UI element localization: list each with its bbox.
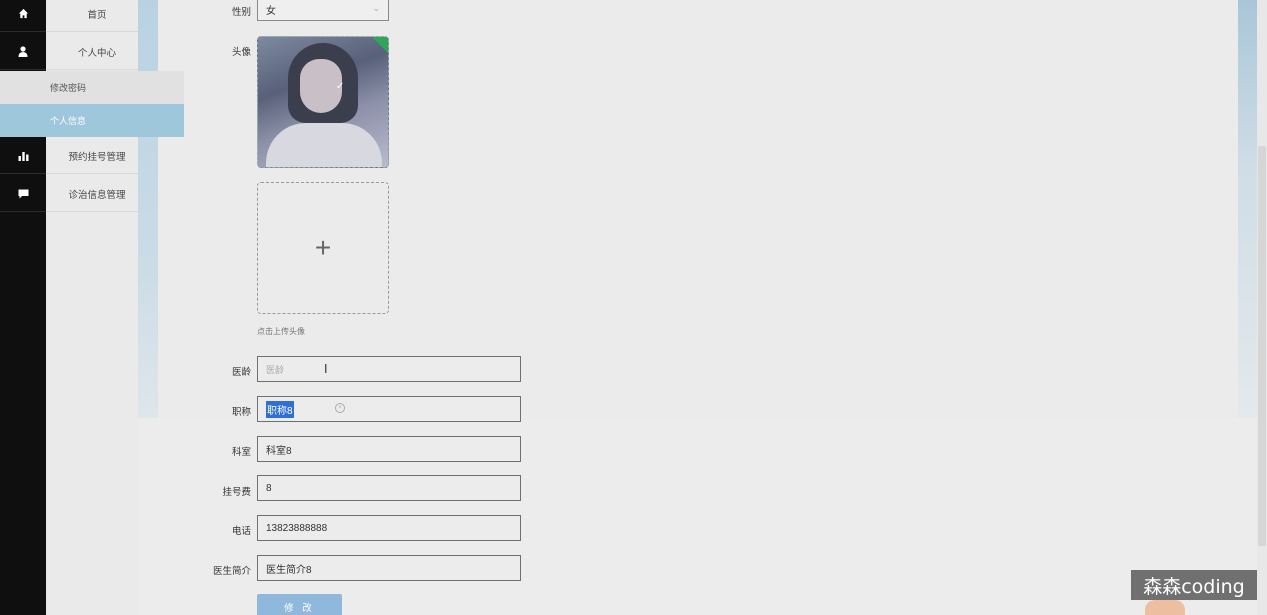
side-menu: 首页 个人中心 修改密码 个人信息 预约挂号管理 诊治信息管理: [0, 0, 184, 615]
gender-select-value: 女: [266, 5, 276, 17]
fee-label: 挂号费: [222, 487, 251, 498]
phone-label: 电话: [231, 526, 251, 537]
upload-tip: 点击上传头像: [257, 327, 305, 336]
menu-item-personal-center[interactable]: 个人中心: [46, 34, 138, 70]
bar-chart-icon[interactable]: [0, 138, 46, 174]
intro-input[interactable]: 医生简介8: [257, 555, 521, 581]
watermark-decoration: [1145, 600, 1185, 615]
avatar-photo-shirt: [266, 123, 382, 167]
department-input[interactable]: 科室8: [257, 436, 521, 462]
intro-label: 医生简介: [212, 566, 251, 577]
clear-icon[interactable]: ×: [335, 403, 345, 413]
background-scenery-left: [138, 0, 158, 418]
menu-item-treatment-mgmt-label: 诊治信息管理: [68, 189, 126, 201]
user-icon[interactable]: [0, 34, 46, 70]
menu-item-home-label: 首页: [87, 9, 107, 21]
gender-label: 性别: [231, 7, 251, 18]
chevron-down-icon: ⌄: [372, 3, 380, 13]
avatar-preview[interactable]: ✓: [257, 36, 389, 168]
check-icon: ✓: [336, 81, 345, 92]
gender-select[interactable]: 女 ⌄: [257, 0, 389, 21]
avatar-upload-button[interactable]: +: [257, 182, 389, 314]
avatar-label: 头像: [231, 47, 251, 58]
menu-item-personal-center-label: 个人中心: [77, 47, 116, 59]
text-cursor-icon: Ⅰ: [324, 362, 328, 376]
submenu-item-change-password[interactable]: 修改密码: [0, 71, 184, 104]
home-icon[interactable]: [0, 0, 46, 32]
submenu-item-personal-info[interactable]: 个人信息: [0, 104, 184, 137]
plus-icon: +: [314, 232, 332, 263]
department-label: 科室: [231, 447, 251, 458]
chat-icon[interactable]: [0, 176, 46, 212]
submenu-item-change-password-label: 修改密码: [50, 83, 87, 93]
title-label: 职称: [231, 407, 251, 418]
upload-success-badge: [371, 37, 388, 54]
menu-item-appointment-mgmt[interactable]: 预约挂号管理: [46, 138, 138, 174]
watermark: 森森coding: [1131, 570, 1257, 600]
fee-input[interactable]: 8: [257, 475, 521, 501]
experience-input[interactable]: 医龄: [257, 356, 521, 382]
title-input-value: 职称8: [266, 400, 294, 418]
menu-item-treatment-mgmt[interactable]: 诊治信息管理: [46, 176, 138, 212]
phone-input[interactable]: 13823888888: [257, 515, 521, 541]
submit-button[interactable]: 修 改: [257, 594, 342, 615]
menu-item-appointment-mgmt-label: 预约挂号管理: [68, 151, 126, 163]
submenu-item-personal-info-label: 个人信息: [50, 116, 87, 126]
menu-item-home[interactable]: 首页: [46, 0, 138, 32]
experience-label: 医龄: [231, 367, 251, 378]
scrollbar-thumb[interactable]: [1258, 146, 1266, 546]
title-input[interactable]: 职称8: [257, 396, 521, 422]
